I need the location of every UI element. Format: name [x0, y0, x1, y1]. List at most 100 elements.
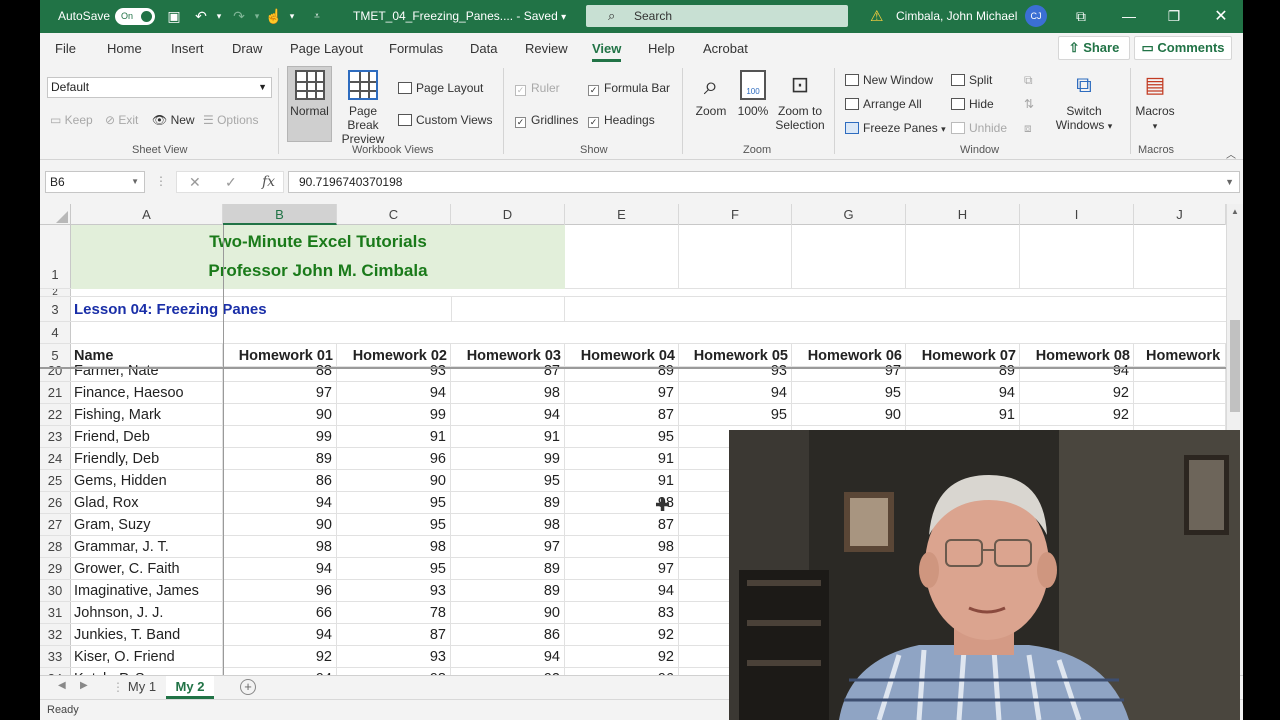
- score-cell[interactable]: 86: [223, 470, 337, 491]
- column-header-g[interactable]: G: [792, 204, 906, 225]
- new-window-button[interactable]: New Window: [845, 73, 933, 87]
- score-cell[interactable]: 92: [565, 646, 679, 667]
- cell[interactable]: [679, 225, 792, 288]
- new-sheet-view-button[interactable]: 👁 New: [152, 113, 195, 127]
- row-header[interactable]: 33: [40, 646, 71, 667]
- gridlines-checkbox[interactable]: ✓ Gridlines: [515, 113, 578, 128]
- score-cell[interactable]: 96: [565, 668, 679, 675]
- score-cell[interactable]: 87: [337, 624, 451, 645]
- tab-home[interactable]: Home: [107, 41, 142, 56]
- cell[interactable]: [1020, 225, 1134, 288]
- search-box[interactable]: ⌕ Search: [586, 5, 848, 27]
- name-cell[interactable]: Fishing, Mark: [71, 404, 223, 425]
- score-cell[interactable]: 94: [337, 382, 451, 403]
- score-cell[interactable]: 96: [337, 448, 451, 469]
- score-cell[interactable]: 91: [451, 426, 565, 447]
- name-cell[interactable]: Gems, Hidden: [71, 470, 223, 491]
- score-cell[interactable]: 83: [565, 602, 679, 623]
- undo-icon[interactable]: ↶: [192, 0, 210, 33]
- name-cell[interactable]: Junkies, T. Band: [71, 624, 223, 645]
- row-header[interactable]: 31: [40, 602, 71, 623]
- scroll-thumb[interactable]: [1230, 320, 1240, 412]
- cell[interactable]: [1134, 404, 1226, 425]
- restore-icon[interactable]: ❐: [1165, 0, 1183, 33]
- row-header[interactable]: 29: [40, 558, 71, 579]
- page-break-preview-button[interactable]: Page Break Preview: [332, 70, 394, 146]
- score-cell[interactable]: 98: [565, 536, 679, 557]
- drag-handle-icon[interactable]: ⋮: [155, 174, 167, 188]
- name-cell[interactable]: Johnson, J. J.: [71, 602, 223, 623]
- title-cell[interactable]: Two-Minute Excel Tutorials Professor Joh…: [71, 225, 565, 289]
- score-cell[interactable]: 98: [337, 536, 451, 557]
- score-cell[interactable]: 92: [1020, 404, 1134, 425]
- tab-draw[interactable]: Draw: [232, 41, 262, 56]
- collapse-ribbon-icon[interactable]: ︿: [1226, 146, 1236, 161]
- cell[interactable]: [451, 297, 565, 321]
- score-cell[interactable]: 98: [451, 514, 565, 535]
- switch-windows-button[interactable]: ⧉ Switch Windows ▾: [1048, 70, 1120, 132]
- score-cell[interactable]: 94: [906, 382, 1020, 403]
- ribbon-display-icon[interactable]: ⧉: [1072, 0, 1090, 33]
- touch-mode-icon[interactable]: ☝: [265, 0, 283, 33]
- tab-page-layout[interactable]: Page Layout: [290, 41, 363, 56]
- score-cell[interactable]: 94: [565, 580, 679, 601]
- score-cell[interactable]: 98: [223, 536, 337, 557]
- score-cell[interactable]: 95: [565, 426, 679, 447]
- score-cell[interactable]: 95: [451, 470, 565, 491]
- score-cell[interactable]: 91: [906, 404, 1020, 425]
- tab-formulas[interactable]: Formulas: [389, 41, 443, 56]
- row-header[interactable]: 3: [40, 297, 71, 321]
- custom-views-button[interactable]: Custom Views: [398, 113, 492, 127]
- name-cell[interactable]: Gram, Suzy: [71, 514, 223, 535]
- tab-review[interactable]: Review: [525, 41, 568, 56]
- name-cell[interactable]: Kiser, O. Friend: [71, 646, 223, 667]
- comments-button[interactable]: ▭ Comments: [1134, 36, 1232, 60]
- score-cell[interactable]: 94: [451, 646, 565, 667]
- score-cell[interactable]: 66: [223, 602, 337, 623]
- score-cell[interactable]: 94: [679, 382, 792, 403]
- name-box[interactable]: B6 ▼: [45, 171, 145, 193]
- row-header[interactable]: 26: [40, 492, 71, 513]
- cell[interactable]: [792, 225, 906, 288]
- sheet-view-select[interactable]: Default ▼: [47, 77, 272, 98]
- column-header-f[interactable]: F: [679, 204, 792, 225]
- score-cell[interactable]: 87: [451, 360, 565, 381]
- formula-bar-checkbox[interactable]: ✓ Formula Bar: [588, 81, 670, 96]
- row-header[interactable]: 27: [40, 514, 71, 535]
- score-cell[interactable]: 94: [223, 624, 337, 645]
- score-cell[interactable]: 96: [223, 580, 337, 601]
- cell[interactable]: [565, 225, 679, 288]
- name-cell[interactable]: Finance, Haesoo: [71, 382, 223, 403]
- name-cell[interactable]: Glad, Rox: [71, 492, 223, 513]
- row-header[interactable]: 4: [40, 322, 71, 343]
- name-cell[interactable]: Grammar, J. T.: [71, 536, 223, 557]
- sheet-tab-my-1[interactable]: My 1: [122, 676, 162, 699]
- name-cell[interactable]: Friendly, Deb: [71, 448, 223, 469]
- split-button[interactable]: Split: [951, 73, 992, 87]
- prev-sheet-icon[interactable]: ◀: [58, 680, 66, 691]
- customize-toolbar-icon[interactable]: ⩡: [308, 0, 326, 33]
- autosave-toggle[interactable]: On: [115, 8, 155, 25]
- scroll-up-icon[interactable]: ▲: [1231, 207, 1239, 216]
- score-cell[interactable]: 94: [451, 404, 565, 425]
- score-cell[interactable]: 99: [337, 404, 451, 425]
- cell[interactable]: [1134, 360, 1226, 381]
- score-cell[interactable]: 95: [792, 382, 906, 403]
- formula-input[interactable]: 90.7196740370198 ▼: [288, 171, 1240, 193]
- tab-view[interactable]: View: [592, 41, 622, 62]
- column-header-a[interactable]: A: [71, 204, 223, 225]
- score-cell[interactable]: 97: [792, 360, 906, 381]
- row-header[interactable]: 34: [40, 668, 71, 675]
- score-cell[interactable]: 91: [337, 426, 451, 447]
- score-cell[interactable]: 95: [337, 492, 451, 513]
- row-header[interactable]: 28: [40, 536, 71, 557]
- score-cell[interactable]: 93: [337, 580, 451, 601]
- row-header[interactable]: 21: [40, 382, 71, 403]
- score-cell[interactable]: 97: [451, 536, 565, 557]
- lesson-title[interactable]: Lesson 04: Freezing Panes: [71, 297, 371, 321]
- minimize-icon[interactable]: —: [1120, 0, 1138, 33]
- score-cell[interactable]: 94: [223, 558, 337, 579]
- row-header[interactable]: 25: [40, 470, 71, 491]
- row-header[interactable]: 32: [40, 624, 71, 645]
- name-cell[interactable]: Farmer, Nate: [71, 360, 223, 381]
